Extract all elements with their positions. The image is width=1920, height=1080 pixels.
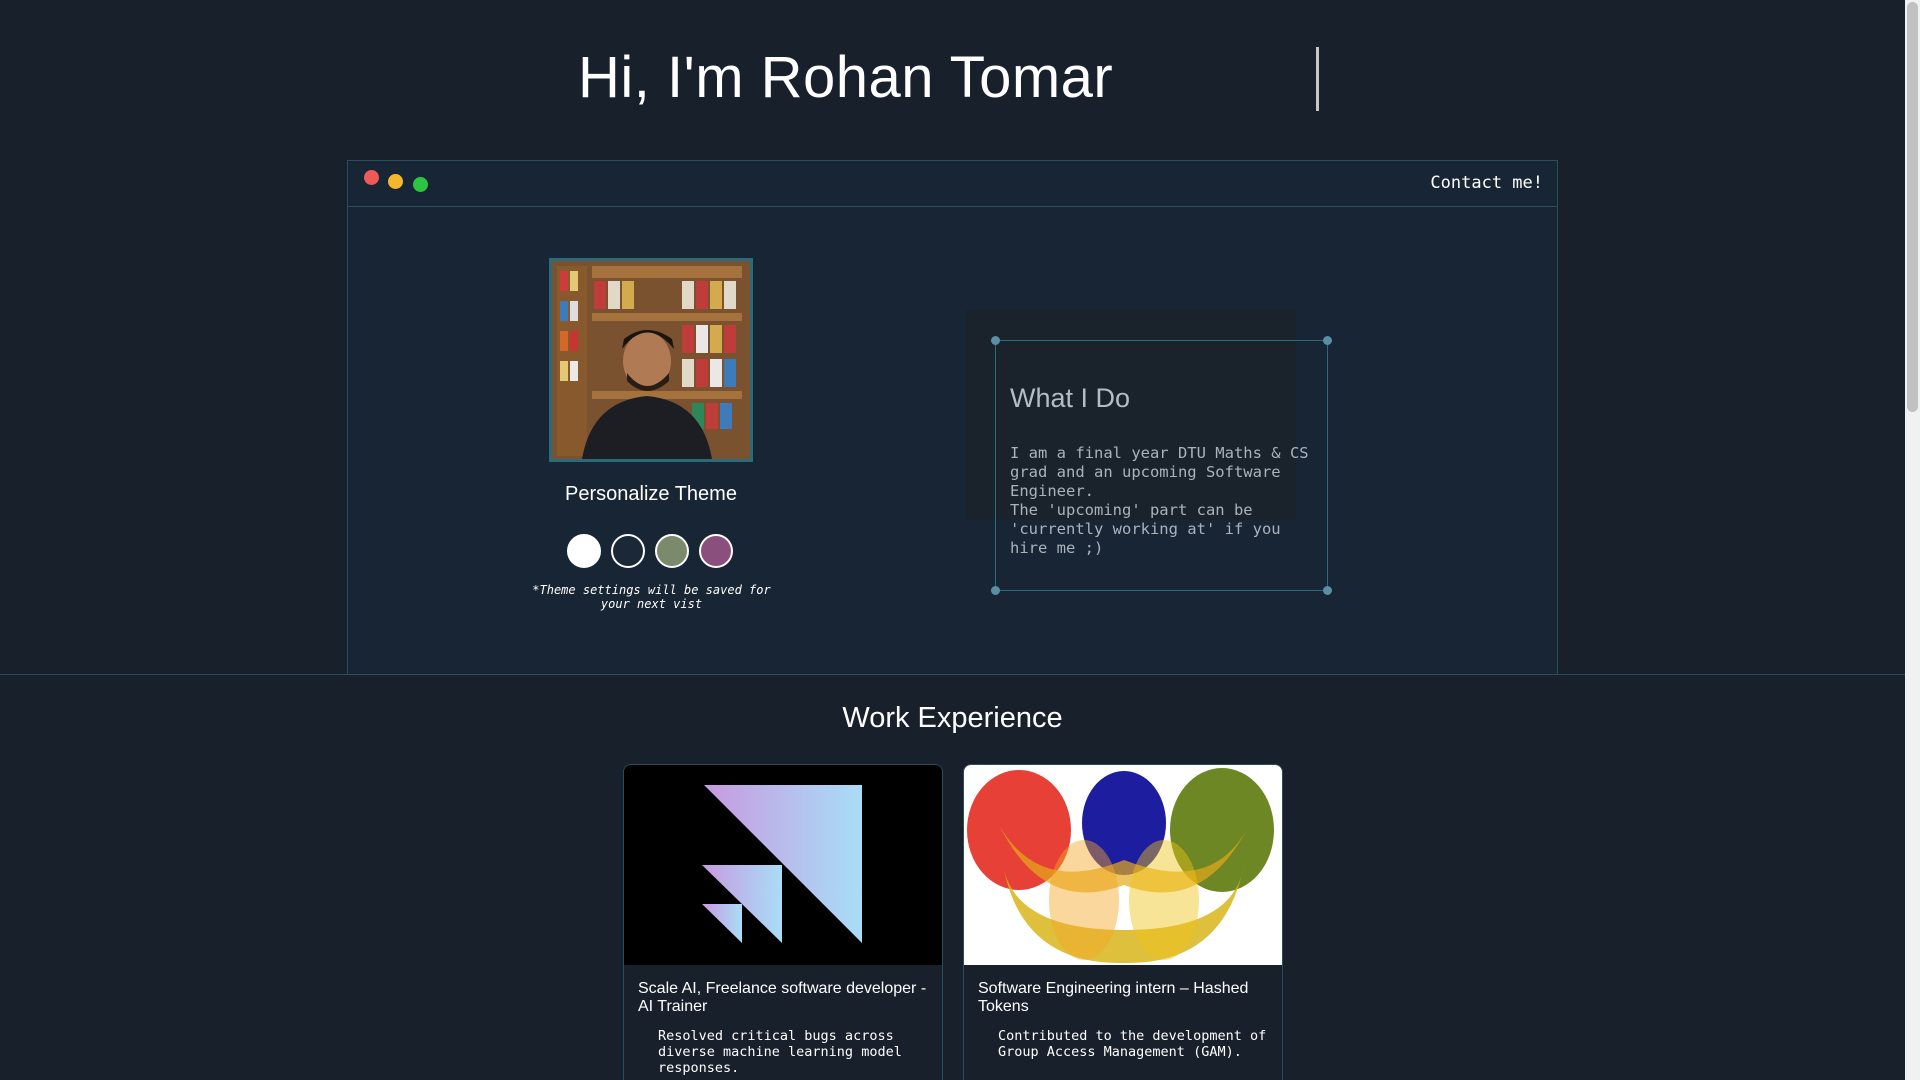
resize-handle-bottom-right-icon[interactable] xyxy=(1323,586,1332,595)
hero-title: Hi, I'm Rohan Tomar xyxy=(578,45,1114,110)
theme-swatch-white[interactable] xyxy=(567,534,601,568)
avatar xyxy=(549,258,753,462)
job-description: Resolved critical bugs across diverse ma… xyxy=(658,1028,902,1076)
theme-swatch-navy[interactable] xyxy=(611,534,645,568)
scale-ai-logo-icon xyxy=(624,765,942,965)
hashed-tokens-logo-icon xyxy=(964,765,1282,965)
page: Hi, I'm Rohan Tomar Contact me! Personal… xyxy=(0,0,1905,1080)
contact-me-link[interactable]: Contact me! xyxy=(1430,173,1543,193)
job-title: Scale AI, Freelance software developer -… xyxy=(638,980,927,1015)
job-card-hashed-tokens[interactable]: Software Engineering intern – Hashed Tok… xyxy=(963,764,1283,1080)
what-i-do-line-1: I am a final year DTU Maths & CS grad an… xyxy=(1010,444,1309,500)
scrollbar-thumb[interactable] xyxy=(1907,2,1918,412)
resize-handle-top-right-icon[interactable] xyxy=(1323,336,1332,345)
what-i-do-card[interactable]: What I Do I am a final year DTU Maths & … xyxy=(991,336,1332,595)
job-description: Contributed to the development of Group … xyxy=(998,1028,1267,1060)
terminal-window: Contact me! Personalize Theme *Theme set… xyxy=(347,160,1558,675)
work-experience-heading: Work Experience xyxy=(842,702,1063,734)
window-title-bar: Contact me! xyxy=(348,161,1557,207)
profile-photo-icon xyxy=(552,261,750,459)
page-scrollbar[interactable] xyxy=(1905,0,1920,1080)
theme-swatches xyxy=(567,534,733,568)
job-card-scale-ai[interactable]: Scale AI, Freelance software developer -… xyxy=(623,764,943,1080)
minimize-dot-icon[interactable] xyxy=(388,174,403,189)
maximize-dot-icon[interactable] xyxy=(413,177,428,192)
personalize-theme-heading: Personalize Theme xyxy=(565,483,737,505)
section-divider xyxy=(0,674,1905,675)
what-i-do-line-2: The 'upcoming' part can be 'currently wo… xyxy=(1010,501,1281,557)
what-i-do-title: What I Do xyxy=(1010,383,1131,413)
typing-cursor xyxy=(1316,47,1319,111)
theme-note: *Theme settings will be saved for your n… xyxy=(532,583,771,611)
job-title: Software Engineering intern – Hashed Tok… xyxy=(978,980,1249,1015)
theme-swatch-plum[interactable] xyxy=(699,534,733,568)
what-i-do-text: I am a final year DTU Maths & CS grad an… xyxy=(1010,444,1315,558)
theme-swatch-olive[interactable] xyxy=(655,534,689,568)
resize-handle-top-left-icon[interactable] xyxy=(991,336,1000,345)
resize-handle-bottom-left-icon[interactable] xyxy=(991,586,1000,595)
close-dot-icon[interactable] xyxy=(364,170,379,185)
